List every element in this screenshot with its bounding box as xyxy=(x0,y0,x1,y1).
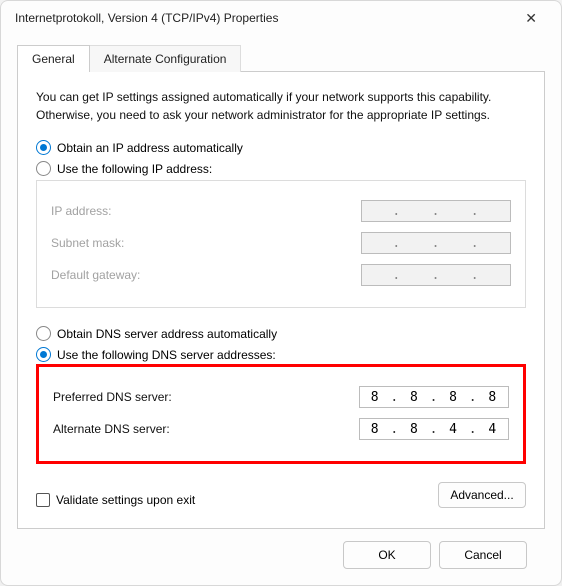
row-ip-address: IP address: ... xyxy=(51,199,511,223)
octet-value: 8 xyxy=(401,422,427,437)
radio-icon xyxy=(36,161,51,176)
ip-fields-group: IP address: ... Subnet mask: ... Default… xyxy=(36,180,526,308)
dialog-window: Internetprotokoll, Version 4 (TCP/IPv4) … xyxy=(0,0,562,586)
row-gateway: Default gateway: ... xyxy=(51,263,511,287)
tab-strip: General Alternate Configuration xyxy=(17,45,545,72)
radio-icon xyxy=(36,140,51,155)
ip-address-label: IP address: xyxy=(51,204,361,218)
radio-ip-auto[interactable]: Obtain an IP address automatically xyxy=(36,140,526,155)
subnet-input: ... xyxy=(361,232,511,254)
radio-dns-auto[interactable]: Obtain DNS server address automatically xyxy=(36,326,526,341)
titlebar: Internetprotokoll, Version 4 (TCP/IPv4) … xyxy=(1,1,561,35)
octet-value: 8 xyxy=(362,422,388,437)
octet-value: 8 xyxy=(401,390,427,405)
validate-checkbox[interactable]: Validate settings upon exit xyxy=(36,493,195,507)
validate-advanced-row: Validate settings upon exit Advanced... xyxy=(36,482,526,508)
gateway-input: ... xyxy=(361,264,511,286)
advanced-button-label: Advanced... xyxy=(450,488,513,502)
checkbox-icon xyxy=(36,493,50,507)
octet-value: 4 xyxy=(480,422,506,437)
row-alternate-dns: Alternate DNS server: 8. 8. 4. 4 xyxy=(53,417,509,441)
description-text: You can get IP settings assigned automat… xyxy=(36,88,526,124)
octet-value: 8 xyxy=(441,390,467,405)
tab-general-label: General xyxy=(32,52,75,66)
radio-ip-manual[interactable]: Use the following IP address: xyxy=(36,161,526,176)
tabpanel-general: You can get IP settings assigned automat… xyxy=(17,71,545,529)
tab-alternate-label: Alternate Configuration xyxy=(104,52,227,66)
octet-value: 8 xyxy=(480,390,506,405)
alternate-dns-input[interactable]: 8. 8. 4. 4 xyxy=(359,418,509,440)
ip-address-input: ... xyxy=(361,200,511,222)
tab-general[interactable]: General xyxy=(17,45,90,72)
gateway-label: Default gateway: xyxy=(51,268,361,282)
radio-dns-manual[interactable]: Use the following DNS server addresses: xyxy=(36,347,526,362)
subnet-label: Subnet mask: xyxy=(51,236,361,250)
preferred-dns-label: Preferred DNS server: xyxy=(53,390,359,404)
cancel-button-label: Cancel xyxy=(464,548,501,562)
octet-value: 8 xyxy=(362,390,388,405)
alternate-dns-label: Alternate DNS server: xyxy=(53,422,359,436)
advanced-button[interactable]: Advanced... xyxy=(438,482,526,508)
radio-dns-auto-label: Obtain DNS server address automatically xyxy=(57,327,277,341)
dns-fields-group: Preferred DNS server: 8. 8. 8. 8 Alterna… xyxy=(36,364,526,464)
tab-alternate[interactable]: Alternate Configuration xyxy=(90,45,242,72)
radio-ip-auto-label: Obtain an IP address automatically xyxy=(57,141,243,155)
radio-icon xyxy=(36,347,51,362)
preferred-dns-input[interactable]: 8. 8. 8. 8 xyxy=(359,386,509,408)
window-title: Internetprotokoll, Version 4 (TCP/IPv4) … xyxy=(15,11,278,25)
close-icon[interactable]: ✕ xyxy=(515,6,547,31)
content-area: General Alternate Configuration You can … xyxy=(1,35,561,585)
radio-ip-manual-label: Use the following IP address: xyxy=(57,162,212,176)
row-subnet: Subnet mask: ... xyxy=(51,231,511,255)
row-preferred-dns: Preferred DNS server: 8. 8. 8. 8 xyxy=(53,385,509,409)
ok-button-label: OK xyxy=(378,548,395,562)
cancel-button[interactable]: Cancel xyxy=(439,541,527,569)
validate-label: Validate settings upon exit xyxy=(56,493,195,507)
octet-value: 4 xyxy=(441,422,467,437)
dialog-footer: OK Cancel xyxy=(17,529,545,585)
ok-button[interactable]: OK xyxy=(343,541,431,569)
radio-icon xyxy=(36,326,51,341)
radio-dns-manual-label: Use the following DNS server addresses: xyxy=(57,348,276,362)
